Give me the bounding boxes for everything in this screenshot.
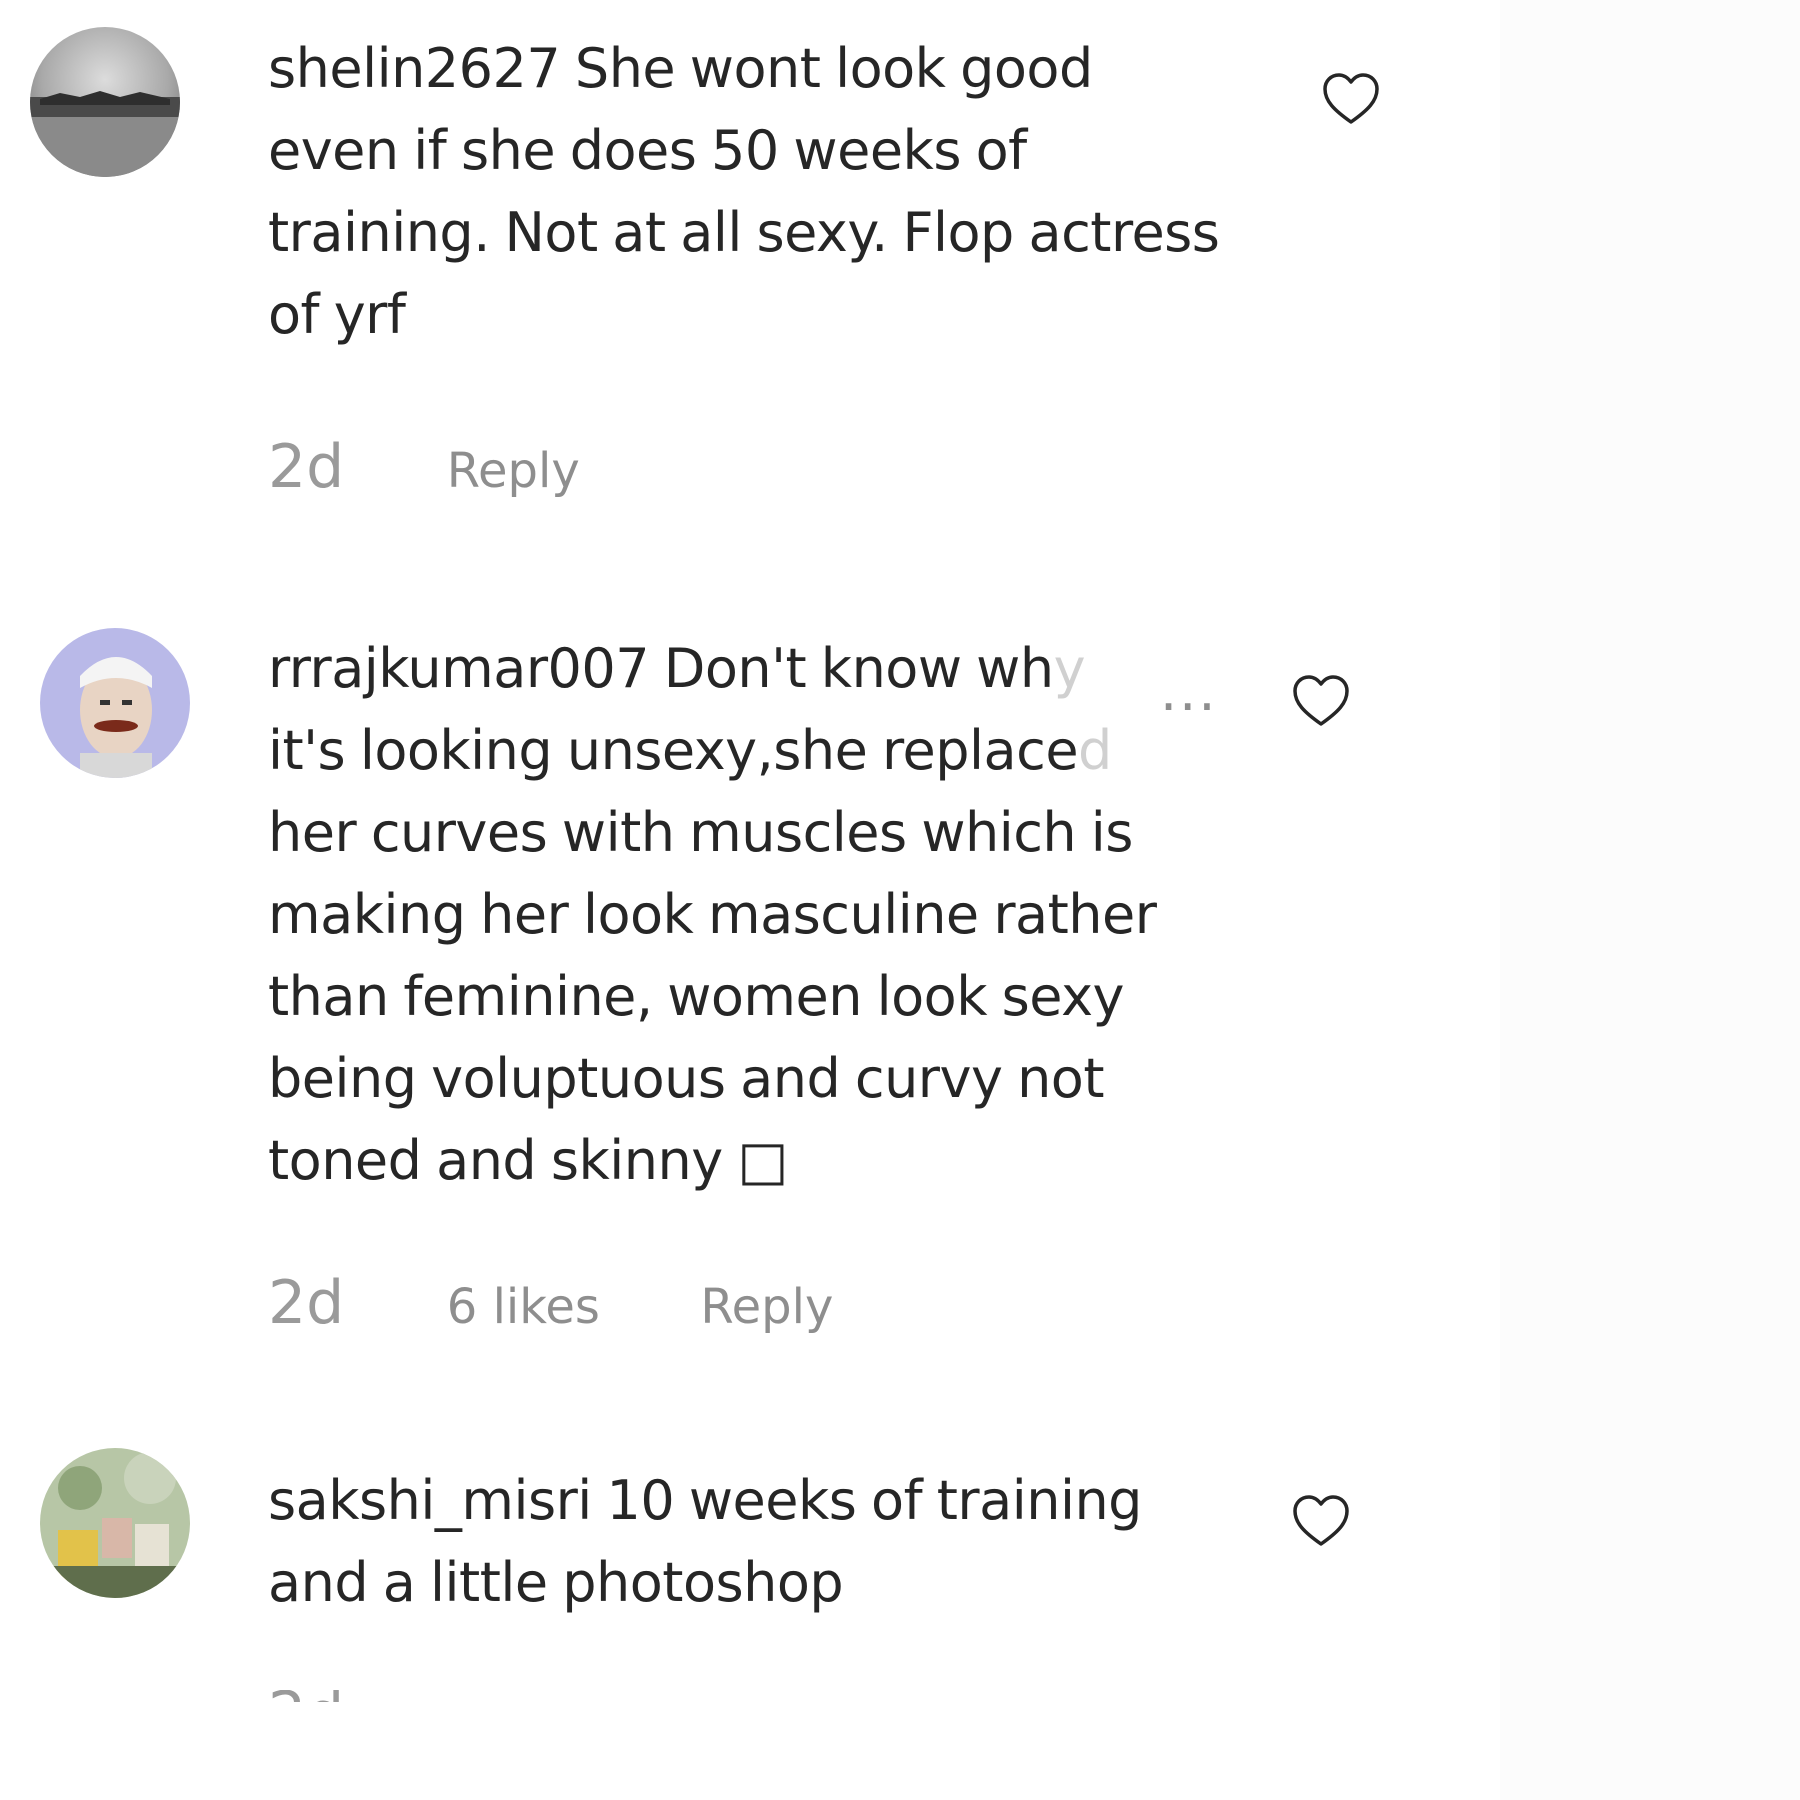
comment-time: 2d [268,1268,345,1338]
comment-text-rest: her curves with muscles which is making … [268,801,1157,1192]
panel-edge [1500,0,1800,1800]
comment-time: 2d [268,432,345,502]
comment-time: 2d [268,1690,358,1702]
heart-outline-icon [1293,675,1349,726]
comment-body: shelin2627 She wont look good even if sh… [268,28,1228,356]
comment-likes[interactable]: 6 likes [447,1279,600,1335]
avatar-image [30,27,180,177]
comment-text-faded: y [1053,637,1086,700]
heart-outline-icon [1293,1495,1349,1546]
ellipsis-icon: ... [1160,660,1218,723]
comment-text-line1: Don't know wh [663,637,1054,700]
like-button[interactable] [1320,70,1382,128]
comment-username[interactable]: sakshi_misri [268,1469,592,1532]
like-button[interactable] [1290,1492,1352,1550]
avatar[interactable] [30,27,180,177]
comment-meta: 2d 6 likes Reply [268,1268,833,1338]
like-button[interactable] [1290,672,1352,730]
avatar[interactable] [40,1448,190,1598]
comment-meta-clipped: 2d [268,1690,358,1702]
more-button[interactable]: ... [1160,660,1218,723]
avatar[interactable] [40,628,190,778]
comment-username[interactable]: rrrajkumar007 [268,637,650,700]
comment-username[interactable]: shelin2627 [268,37,561,100]
reply-button[interactable]: Reply [447,443,580,499]
comment-body: sakshi_misri 10 weeks of training and a … [268,1460,1228,1624]
avatar-image [40,628,190,778]
reply-button[interactable]: Reply [700,1279,833,1335]
heart-outline-icon [1323,73,1379,124]
avatar-image [40,1448,190,1598]
comment-text-faded: d [1078,719,1112,782]
comment-text-line2: it's looking unsexy,she replace [268,719,1079,782]
comment-meta: 2d Reply [268,432,580,502]
comment-body: rrrajkumar007 Don't know why it's lookin… [268,628,1228,1202]
